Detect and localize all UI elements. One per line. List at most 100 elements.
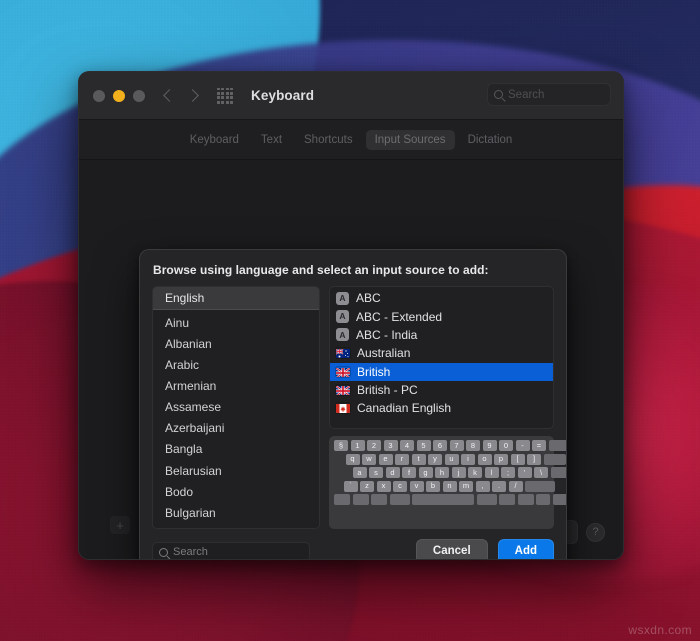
list-item[interactable]: Belarusian bbox=[153, 461, 319, 482]
list-item-label: ABC - India bbox=[356, 327, 418, 342]
key-1: 1 bbox=[350, 440, 365, 451]
list-item[interactable]: Ainu bbox=[153, 313, 319, 334]
tab-shortcuts[interactable]: Shortcuts bbox=[295, 130, 362, 150]
list-item[interactable]: British - PC bbox=[330, 381, 553, 399]
keyboard-layout-preview: § 1 2 3 4 5 6 7 8 9 0- = q w e r t y u i o p[] a s d f g h j k l; ' \ … bbox=[329, 436, 566, 530]
key-modifier bbox=[550, 467, 566, 478]
back-icon[interactable] bbox=[163, 89, 176, 102]
flag-uk-icon bbox=[336, 385, 350, 396]
language-list[interactable]: Ainu Albanian Arabic Armenian Assamese A… bbox=[153, 310, 319, 528]
language-list-panel: English Ainu Albanian Arabic Armenian As… bbox=[152, 286, 320, 530]
key-=: = bbox=[532, 440, 546, 451]
list-item[interactable]: A ABC bbox=[330, 289, 553, 307]
key-modifier bbox=[517, 494, 534, 505]
list-item[interactable]: Azerbaijani bbox=[153, 419, 319, 440]
key-space bbox=[412, 494, 474, 505]
navigation-buttons bbox=[163, 89, 199, 102]
input-source-list[interactable]: A ABC A ABC - Extended A ABC - India Aus… bbox=[329, 286, 554, 429]
show-all-grid-icon[interactable] bbox=[217, 87, 233, 104]
abc-icon: A bbox=[336, 310, 349, 324]
key-modifier bbox=[371, 494, 387, 505]
key-arrow bbox=[536, 494, 550, 505]
key-f: f bbox=[402, 467, 416, 478]
add-input-source-button[interactable]: + bbox=[110, 516, 130, 534]
list-item[interactable]: A ABC - Extended bbox=[330, 307, 553, 325]
key-b: b bbox=[426, 480, 440, 492]
key-z: z bbox=[360, 480, 374, 492]
key-0: 0 bbox=[499, 440, 513, 451]
preferences-tab-bar: Keyboard Text Shortcuts Input Sources Di… bbox=[79, 120, 623, 160]
sheet-columns: English Ainu Albanian Arabic Armenian As… bbox=[152, 286, 566, 530]
key-§: § bbox=[334, 440, 348, 451]
language-selected-item[interactable]: English bbox=[153, 287, 319, 310]
key-modifier bbox=[525, 480, 555, 492]
list-item[interactable]: British bbox=[330, 362, 553, 381]
list-item[interactable]: Assamese bbox=[153, 398, 319, 419]
input-source-search-field[interactable]: Search bbox=[152, 542, 310, 559]
key-3: 3 bbox=[383, 440, 398, 451]
keyboard-row-home: a s d f g h j k l; ' \ bbox=[334, 467, 566, 478]
list-item[interactable]: Armenian bbox=[153, 376, 319, 397]
tab-keyboard[interactable]: Keyboard bbox=[181, 130, 248, 150]
list-item[interactable]: Australian bbox=[330, 344, 553, 362]
key-modifier bbox=[389, 494, 410, 505]
tab-dictation[interactable]: Dictation bbox=[459, 130, 522, 150]
list-item[interactable]: A ABC - India bbox=[330, 326, 553, 344]
keyboard-row-bottom: ` z x c v b n m,. / bbox=[334, 480, 555, 492]
watermark-text: wsxdn.com bbox=[628, 623, 692, 637]
flag-canada-icon bbox=[336, 403, 350, 414]
key-c: c bbox=[393, 480, 407, 492]
key-h: h bbox=[435, 467, 449, 478]
window-title: Keyboard bbox=[251, 88, 315, 103]
key-u: u bbox=[444, 453, 459, 465]
key-\: \ bbox=[534, 467, 548, 478]
toolbar-search-field[interactable]: Search bbox=[487, 83, 611, 106]
list-item[interactable]: Canadian English bbox=[330, 399, 553, 417]
key-i: i bbox=[461, 453, 475, 465]
desktop-background: wsxdn.com Keyboard Search Keyboard Text … bbox=[0, 0, 700, 641]
key-v: v bbox=[409, 480, 424, 492]
abc-icon: A bbox=[336, 328, 349, 342]
add-input-source-sheet: Browse using language and select an inpu… bbox=[139, 249, 567, 559]
key-w: w bbox=[362, 453, 376, 465]
key-j: j bbox=[451, 467, 466, 478]
search-icon bbox=[159, 547, 168, 557]
key-`: ` bbox=[343, 480, 358, 492]
key-;: ; bbox=[501, 467, 515, 478]
list-item[interactable]: Bodo bbox=[153, 482, 319, 503]
key--: - bbox=[515, 440, 530, 451]
forward-icon[interactable] bbox=[186, 89, 199, 102]
list-item-label: British bbox=[357, 364, 391, 379]
tab-text[interactable]: Text bbox=[252, 130, 291, 150]
flag-australia-icon bbox=[336, 348, 350, 359]
key-modifier bbox=[548, 440, 566, 451]
key-spacer bbox=[334, 467, 350, 478]
cancel-button[interactable]: Cancel bbox=[415, 539, 488, 559]
minimize-button[interactable] bbox=[113, 89, 125, 102]
help-button[interactable]: ? bbox=[586, 522, 605, 542]
list-item[interactable]: Albanian bbox=[153, 334, 319, 355]
add-button[interactable]: Add bbox=[497, 539, 554, 559]
key-y: y bbox=[428, 453, 442, 465]
key-2: 2 bbox=[367, 440, 381, 451]
list-item[interactable]: Bulgarian bbox=[153, 503, 319, 524]
key-': ' bbox=[517, 467, 532, 478]
list-item-label: ABC bbox=[356, 291, 381, 306]
key-o: o bbox=[477, 453, 492, 465]
key-9: 9 bbox=[482, 440, 497, 451]
list-item[interactable]: Bangla bbox=[153, 440, 319, 461]
list-item[interactable]: Arabic bbox=[153, 355, 319, 376]
tab-input-sources[interactable]: Input Sources bbox=[365, 129, 455, 150]
preferences-content: + Set Up Bluetooth Keyboard… ? Browse us… bbox=[79, 160, 623, 559]
key-4: 4 bbox=[400, 440, 414, 451]
key-n: n bbox=[442, 480, 457, 492]
zoom-button[interactable] bbox=[133, 89, 145, 102]
key-x: x bbox=[376, 480, 391, 492]
list-item-label: Canadian English bbox=[357, 401, 452, 416]
key-.: . bbox=[492, 480, 506, 492]
close-button[interactable] bbox=[93, 89, 105, 102]
key-,: , bbox=[475, 480, 490, 492]
list-item-label: Australian bbox=[357, 346, 411, 361]
key-q: q bbox=[345, 453, 360, 465]
key-r: r bbox=[395, 453, 409, 465]
